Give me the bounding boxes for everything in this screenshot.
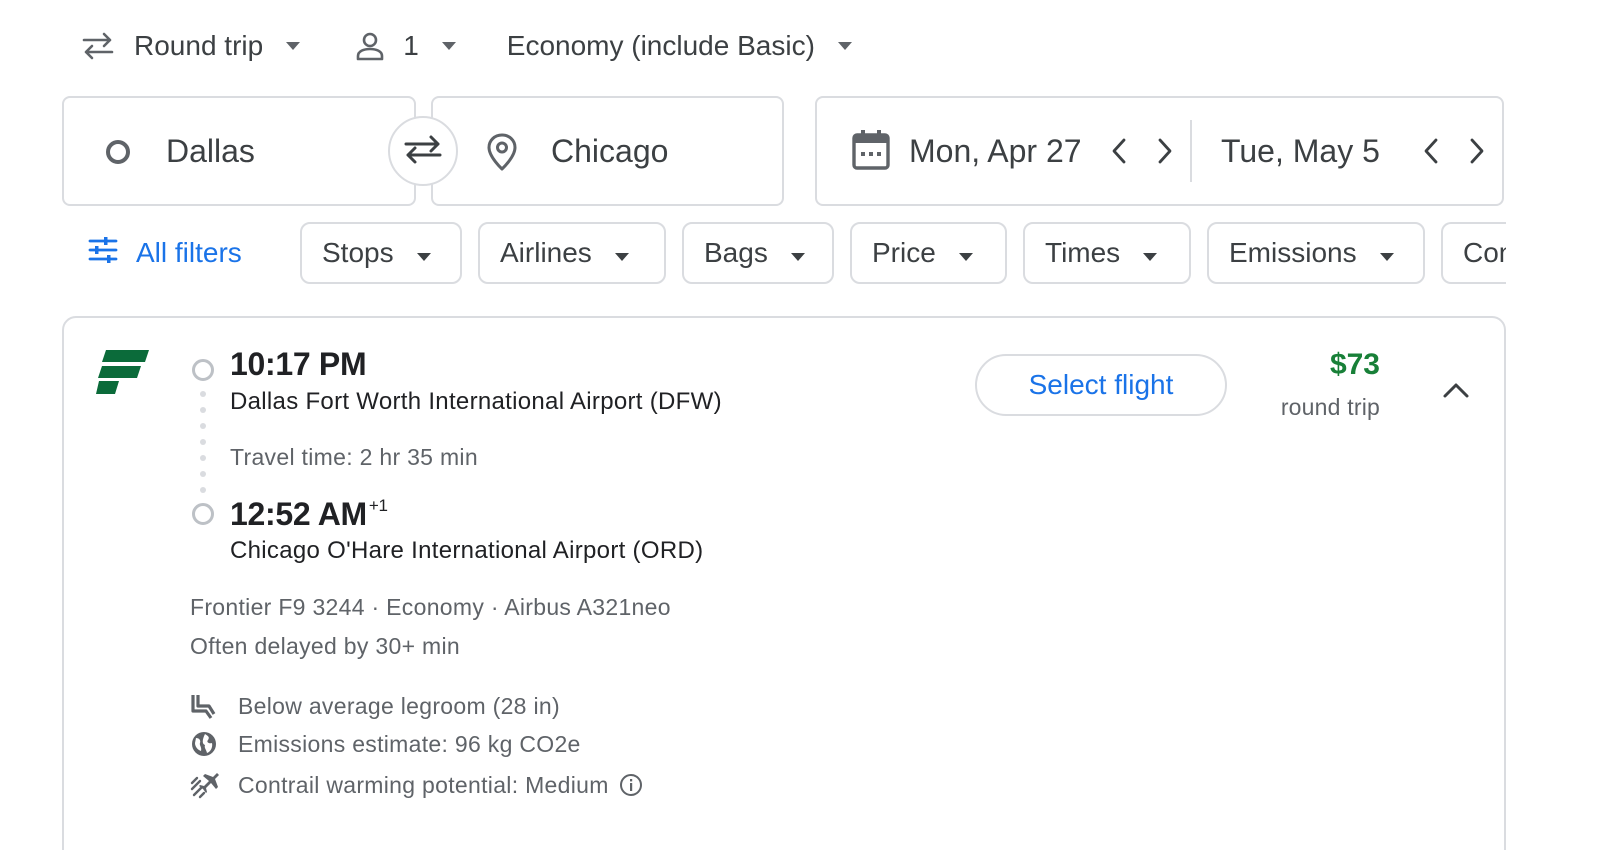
chevron-down-icon <box>837 41 853 51</box>
chip-label: Price <box>872 237 936 268</box>
destination-field[interactable]: Chicago <box>431 96 784 206</box>
chevron-down-icon <box>285 41 301 51</box>
return-date-prev-button[interactable] <box>1413 133 1449 169</box>
chevron-up-icon <box>1443 383 1469 398</box>
trip-type-label: Round trip <box>134 30 264 61</box>
arrival-airport: Chicago O'Hare International Airport (OR… <box>230 537 704 564</box>
chevron-down-icon <box>790 237 806 269</box>
amenity-text: Below average legroom (28 in) <box>238 692 560 719</box>
filter-chip-stops[interactable]: Stops <box>300 222 462 284</box>
departure-time: 10:17 PM <box>230 346 367 382</box>
cabin-class-select[interactable]: Economy (include Basic) <box>507 30 853 62</box>
filter-chip-times[interactable]: Times <box>1023 222 1191 284</box>
amenity-emissions: Emissions estimate: 96 kg CO2e <box>190 727 581 761</box>
date-divider <box>1190 120 1192 182</box>
filter-chip-emissions[interactable]: Emissions <box>1207 222 1425 284</box>
frontier-logo-icon <box>96 348 150 401</box>
flight-timeline <box>190 356 216 526</box>
amenity-legroom: Below average legroom (28 in) <box>190 689 560 723</box>
location-pin-icon <box>485 132 519 177</box>
globe-icon <box>190 730 224 758</box>
travel-time: Travel time: 2 hr 35 min <box>230 444 478 470</box>
depart-date-next-button[interactable] <box>1147 133 1183 169</box>
person-icon <box>355 31 385 61</box>
chip-label: Stops <box>322 237 394 268</box>
calendar-icon <box>851 128 891 177</box>
depart-date-value: Mon, Apr 27 <box>909 132 1082 169</box>
chip-label: Emissions <box>1229 237 1357 268</box>
depart-date-prev-button[interactable] <box>1101 133 1137 169</box>
date-range-field[interactable]: Mon, Apr 27 Tue, May 5 <box>815 96 1504 206</box>
amenity-text: Emissions estimate: 96 kg CO2e <box>238 730 581 757</box>
amenity-contrail: Contrail warming potential: Medium <box>190 768 643 802</box>
chip-label: Connecting airports <box>1463 237 1506 268</box>
filter-chip-airlines[interactable]: Airlines <box>478 222 666 284</box>
price-note: round trip <box>1280 394 1380 420</box>
amenity-text: Contrail warming potential: Medium <box>238 771 609 798</box>
passenger-count-select[interactable]: 1 <box>355 30 457 62</box>
chevron-down-icon <box>1379 237 1395 269</box>
origin-field[interactable]: Dallas <box>62 96 416 206</box>
info-icon[interactable] <box>619 773 643 797</box>
origin-circle-icon <box>104 138 132 171</box>
chevron-down-icon <box>958 237 974 269</box>
filter-chip-bags[interactable]: Bags <box>682 222 834 284</box>
swap-arrows-icon <box>402 133 444 170</box>
swap-locations-button[interactable] <box>388 116 458 186</box>
return-date-value: Tue, May 5 <box>1221 132 1380 169</box>
filter-chip-price[interactable]: Price <box>850 222 1007 284</box>
return-date-next-button[interactable] <box>1459 133 1495 169</box>
round-trip-arrows-icon <box>80 31 116 61</box>
flight-info: Frontier F9 3244 · Economy · Airbus A321… <box>190 594 671 620</box>
select-flight-button[interactable]: Select flight <box>975 354 1227 416</box>
destination-value: Chicago <box>551 132 669 169</box>
tune-sliders-icon <box>88 236 118 271</box>
trip-type-select[interactable]: Round trip <box>80 30 301 62</box>
chevron-down-icon <box>416 237 432 269</box>
cabin-class-label: Economy (include Basic) <box>506 30 815 61</box>
chevron-down-icon <box>441 41 457 51</box>
arrival-day-offset: +1 <box>368 496 388 515</box>
filter-chip-connecting-airports[interactable]: Connecting airports <box>1441 222 1506 284</box>
departure-airport: Dallas Fort Worth International Airport … <box>230 388 722 415</box>
all-filters-label: All filters <box>136 237 242 268</box>
trip-options-row: Round trip 1 Economy (include Basic) <box>80 20 853 72</box>
legroom-seat-icon <box>190 692 224 720</box>
arrival-time-value: 12:52 AM <box>230 496 367 532</box>
chevron-down-icon <box>1142 237 1158 269</box>
flight-result-card: 10:17 PM Dallas Fort Worth International… <box>62 316 1506 850</box>
collapse-details-button[interactable] <box>1436 370 1476 410</box>
filters-row: All filters Stops Airlines Bags Price Ti… <box>88 222 1506 284</box>
chevron-down-icon <box>614 237 630 269</box>
price-value: $73 <box>1329 348 1380 381</box>
passenger-count-label: 1 <box>403 30 419 61</box>
all-filters-button[interactable]: All filters <box>88 222 242 284</box>
origin-value: Dallas <box>166 132 255 169</box>
chip-label: Airlines <box>500 237 592 268</box>
arrival-time: 12:52 AM +1 <box>230 496 388 533</box>
contrail-plane-icon <box>190 771 224 799</box>
chip-label: Bags <box>704 237 768 268</box>
delay-note: Often delayed by 30+ min <box>190 633 460 659</box>
chip-label: Times <box>1045 237 1121 268</box>
